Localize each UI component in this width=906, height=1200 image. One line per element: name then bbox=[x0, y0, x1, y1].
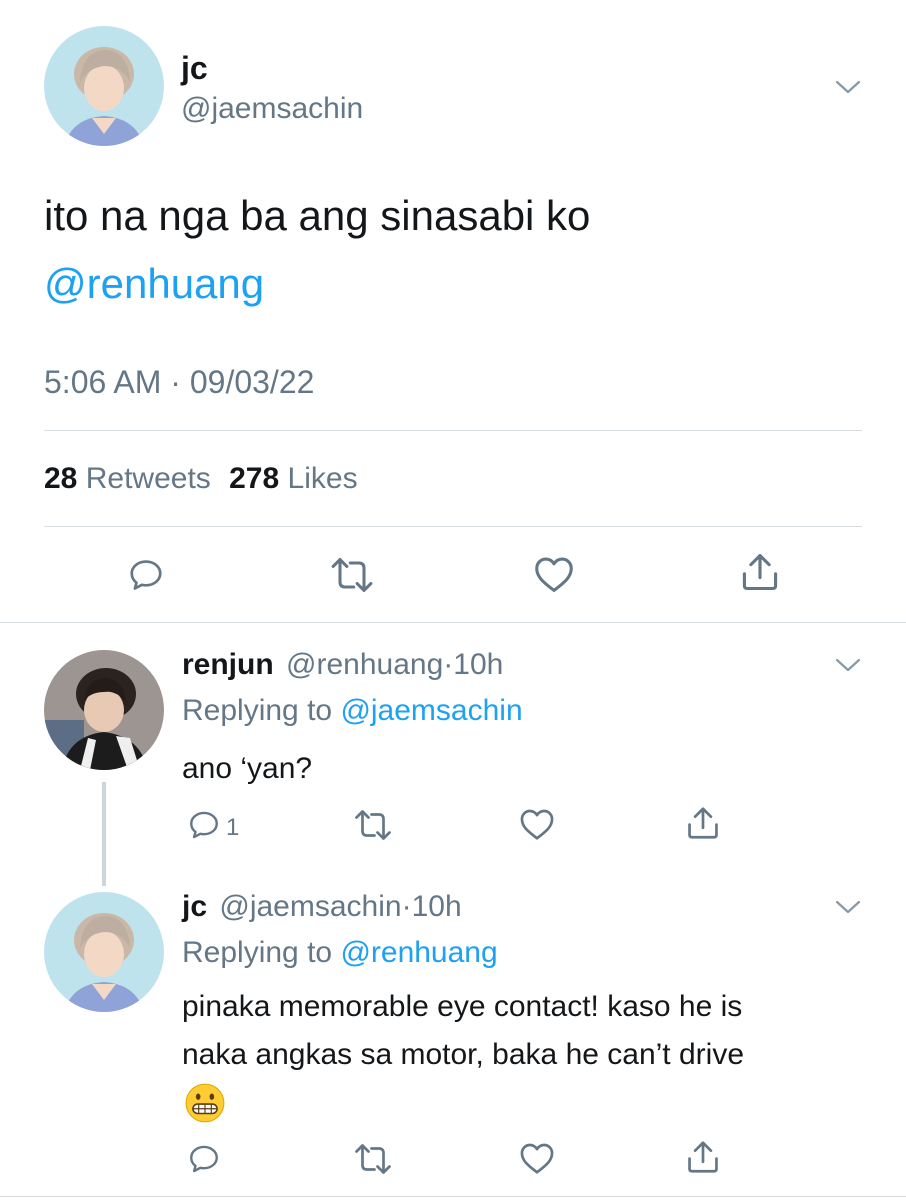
avatar-jc[interactable] bbox=[44, 26, 164, 146]
retweet-icon[interactable] bbox=[328, 556, 376, 594]
share-icon[interactable] bbox=[684, 1138, 722, 1176]
reply-text-line-2: naka angkas sa motor, baka he can’t driv… bbox=[182, 1038, 745, 1071]
like-stat[interactable]: 278 Likes bbox=[229, 462, 357, 495]
divider bbox=[44, 526, 862, 527]
retweet-icon[interactable] bbox=[352, 808, 394, 842]
replying-to: Replying to @renhuang bbox=[182, 936, 498, 970]
like-count: 278 bbox=[229, 462, 280, 495]
mention-link[interactable]: @renhuang bbox=[44, 260, 264, 308]
share-icon[interactable] bbox=[684, 804, 722, 842]
replying-to-link[interactable]: @renhuang bbox=[340, 936, 497, 969]
reply-icon[interactable] bbox=[126, 556, 166, 594]
grimacing-face-emoji bbox=[184, 1082, 226, 1124]
separator-dot: · bbox=[170, 364, 190, 400]
reply-age[interactable]: 10h bbox=[412, 890, 462, 923]
like-icon[interactable] bbox=[518, 806, 556, 842]
divider bbox=[44, 430, 862, 431]
replying-to: Replying to @jaemsachin bbox=[182, 694, 523, 728]
divider bbox=[0, 1196, 906, 1197]
avatar-jc[interactable] bbox=[44, 892, 164, 1012]
reply-handle[interactable]: @jaemsachin bbox=[219, 890, 401, 923]
retweet-label: Retweets bbox=[85, 462, 211, 495]
reply-text: ano ‘yan? bbox=[182, 752, 313, 785]
reply-count: 1 bbox=[226, 814, 240, 841]
chevron-down-icon[interactable] bbox=[834, 656, 862, 674]
reply-display-name[interactable]: renjun bbox=[182, 648, 274, 681]
like-label: Likes bbox=[287, 462, 358, 495]
replying-to-link[interactable]: @jaemsachin bbox=[340, 694, 522, 727]
handle[interactable]: @jaemsachin bbox=[181, 92, 363, 126]
reply-header: jc @jaemsachin·10h bbox=[182, 890, 462, 924]
tweet-timestamp[interactable]: 5:06 AM · 09/03/22 bbox=[44, 364, 314, 401]
replying-prefix: Replying to bbox=[182, 936, 333, 969]
tweet-date: 09/03/22 bbox=[189, 364, 315, 400]
share-icon[interactable] bbox=[738, 550, 782, 594]
like-icon[interactable] bbox=[532, 554, 576, 594]
reply-handle[interactable]: @renhuang bbox=[286, 648, 443, 681]
reply-header: renjun @renhuang·10h bbox=[182, 648, 503, 682]
like-icon[interactable] bbox=[518, 1140, 556, 1176]
reply-icon[interactable] bbox=[186, 808, 222, 842]
thread-line bbox=[102, 782, 106, 886]
reply-text-line-1: pinaka memorable eye contact! kaso he is bbox=[182, 990, 743, 1023]
chevron-down-icon[interactable] bbox=[834, 78, 862, 96]
divider bbox=[0, 622, 906, 623]
chevron-down-icon[interactable] bbox=[834, 898, 862, 916]
reply-display-name[interactable]: jc bbox=[182, 890, 207, 923]
reply-age[interactable]: 10h bbox=[453, 648, 503, 681]
avatar-renjun[interactable] bbox=[44, 650, 164, 770]
retweet-stat[interactable]: 28 Retweets bbox=[44, 462, 219, 495]
retweet-icon[interactable] bbox=[352, 1142, 394, 1176]
separator-dot: · bbox=[443, 648, 454, 681]
tweet-time: 5:06 AM bbox=[44, 364, 162, 400]
retweet-count: 28 bbox=[44, 462, 78, 495]
separator-dot: · bbox=[401, 890, 412, 923]
tweet-text: ito na nga ba ang sinasabi ko bbox=[44, 192, 591, 239]
display-name[interactable]: jc bbox=[181, 50, 208, 87]
engagement-stats: 28 Retweets 278 Likes bbox=[44, 462, 358, 496]
replying-prefix: Replying to bbox=[182, 694, 333, 727]
reply-icon[interactable] bbox=[186, 1142, 222, 1176]
